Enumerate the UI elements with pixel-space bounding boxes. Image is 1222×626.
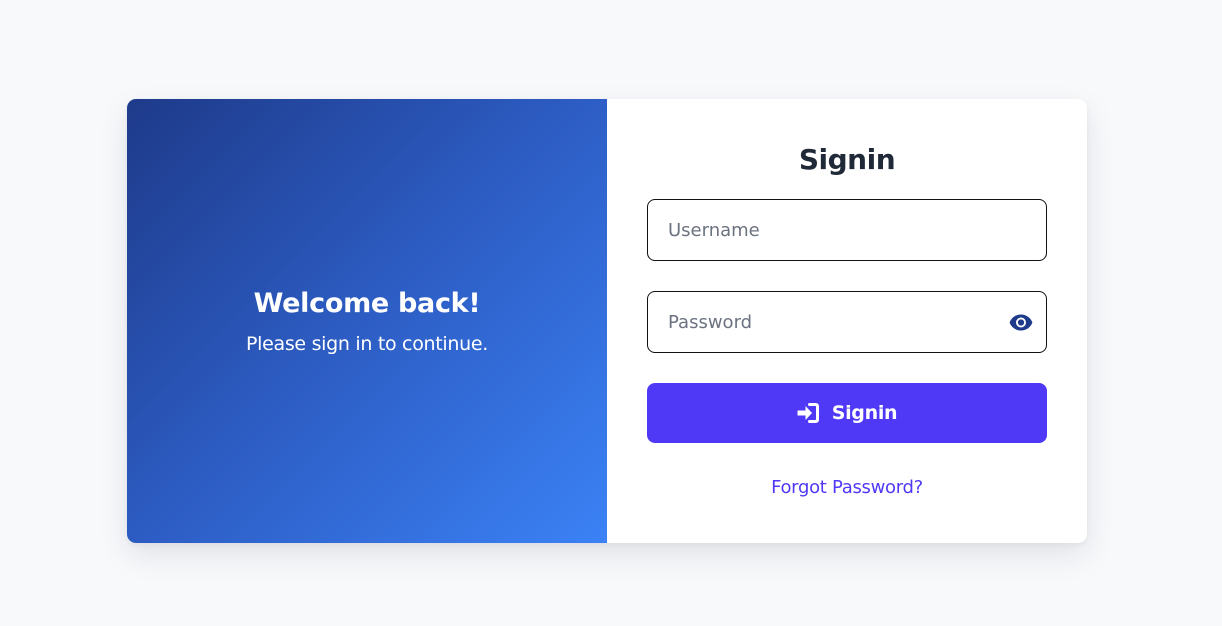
signin-button-label: Signin <box>831 402 898 424</box>
show-password-toggle[interactable] <box>1008 309 1034 335</box>
form-title: Signin <box>798 143 896 176</box>
signin-form: Signin Signin Forgot Pa <box>607 99 1087 543</box>
password-field[interactable] <box>647 291 1047 353</box>
welcome-title: Welcome back! <box>253 287 481 319</box>
welcome-panel: Welcome back! Please sign in to continue… <box>127 99 607 543</box>
signin-card: Welcome back! Please sign in to continue… <box>127 99 1087 543</box>
signin-button[interactable]: Signin <box>647 383 1047 443</box>
eye-icon <box>1009 314 1033 330</box>
forgot-password-link[interactable]: Forgot Password? <box>607 477 1087 498</box>
sign-in-icon <box>797 403 819 423</box>
username-input[interactable] <box>648 200 998 260</box>
welcome-subtitle: Please sign in to continue. <box>245 332 489 355</box>
password-input[interactable] <box>648 292 998 352</box>
username-field[interactable] <box>647 199 1047 261</box>
